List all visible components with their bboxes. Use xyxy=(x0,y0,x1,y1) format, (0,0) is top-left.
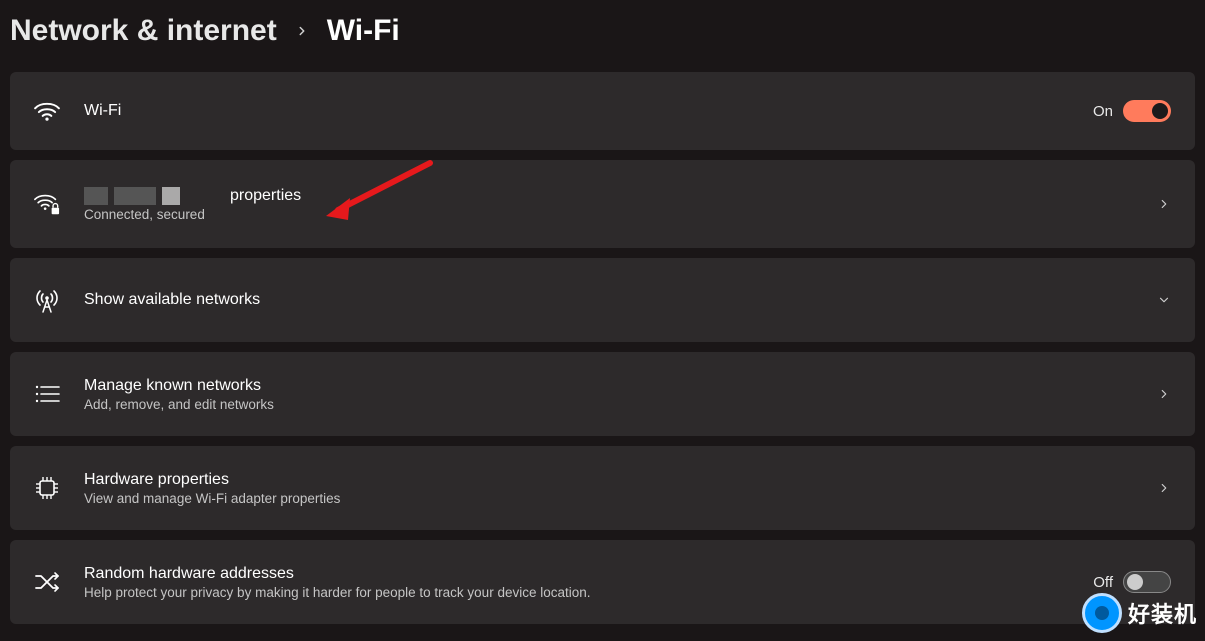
wifi-secured-icon xyxy=(34,191,60,217)
wifi-toggle-switch[interactable] xyxy=(1123,100,1171,122)
redacted-ssid-part xyxy=(114,187,156,205)
watermark: 好装机 xyxy=(1082,593,1197,633)
wifi-toggle-state-label: On xyxy=(1093,103,1113,120)
wifi-icon xyxy=(34,98,60,124)
watermark-text: 好装机 xyxy=(1128,597,1197,629)
manage-known-networks-card[interactable]: Manage known networks Add, remove, and e… xyxy=(10,352,1195,436)
random-hardware-addresses-sub: Help protect your privacy by making it h… xyxy=(84,585,1093,600)
antenna-icon xyxy=(34,287,60,313)
chevron-right-icon xyxy=(1157,197,1171,211)
redacted-ssid-part xyxy=(162,187,180,205)
random-hw-toggle-state-label: Off xyxy=(1093,574,1113,591)
random-hardware-addresses-card[interactable]: Random hardware addresses Help protect y… xyxy=(10,540,1195,624)
chip-icon xyxy=(34,475,60,501)
network-properties-title: properties xyxy=(84,187,1157,205)
chevron-right-icon xyxy=(1157,481,1171,495)
breadcrumb: Network & internet Wi-Fi xyxy=(0,0,1205,72)
network-properties-suffix: properties xyxy=(230,187,301,205)
random-hw-toggle-switch[interactable] xyxy=(1123,571,1171,593)
show-available-networks-label: Show available networks xyxy=(84,291,1157,309)
wifi-toggle-card[interactable]: Wi-Fi On xyxy=(10,72,1195,150)
list-icon xyxy=(34,381,60,407)
hardware-properties-card[interactable]: Hardware properties View and manage Wi-F… xyxy=(10,446,1195,530)
watermark-logo-icon xyxy=(1082,593,1122,633)
network-properties-status: Connected, secured xyxy=(84,207,1157,222)
hardware-properties-sub: View and manage Wi-Fi adapter properties xyxy=(84,491,1157,506)
wifi-toggle-label: Wi-Fi xyxy=(84,102,1093,120)
chevron-down-icon xyxy=(1157,293,1171,307)
chevron-right-icon xyxy=(295,24,309,38)
random-hardware-addresses-label: Random hardware addresses xyxy=(84,565,1093,583)
network-properties-card[interactable]: properties Connected, secured xyxy=(10,160,1195,248)
breadcrumb-current: Wi-Fi xyxy=(327,14,400,48)
shuffle-icon xyxy=(34,569,60,595)
hardware-properties-label: Hardware properties xyxy=(84,471,1157,489)
chevron-right-icon xyxy=(1157,387,1171,401)
manage-known-networks-label: Manage known networks xyxy=(84,377,1157,395)
show-available-networks-card[interactable]: Show available networks xyxy=(10,258,1195,342)
breadcrumb-parent[interactable]: Network & internet xyxy=(10,14,277,48)
manage-known-networks-sub: Add, remove, and edit networks xyxy=(84,397,1157,412)
redacted-ssid-part xyxy=(84,187,108,205)
